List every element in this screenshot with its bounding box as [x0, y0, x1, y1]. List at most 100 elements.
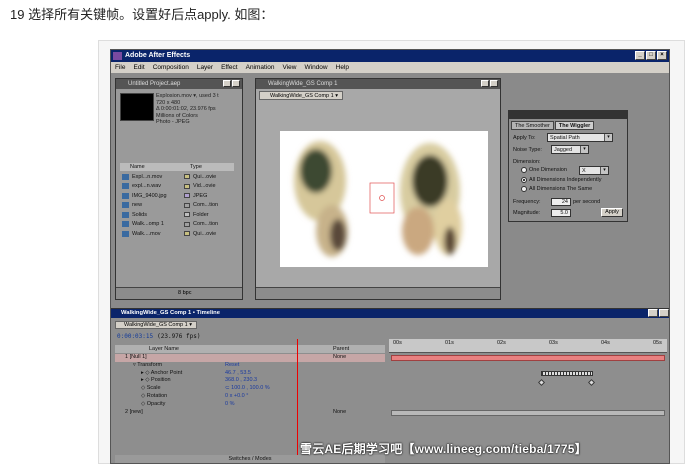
anchor-keyframes[interactable]	[541, 371, 593, 376]
label-color-swatch[interactable]	[184, 183, 190, 189]
property-name: ▸ ◇ Position	[141, 377, 171, 384]
timeline-row[interactable]: 2 [new] None	[115, 409, 385, 417]
project-item-type: Com...tion	[193, 221, 219, 228]
dimension-label: Dimension:	[513, 159, 541, 165]
property-value[interactable]: ⊂ 100.0 , 100.0 %	[225, 385, 270, 393]
ruler-tick-label: 04s	[601, 340, 610, 346]
maximize-button[interactable]: □	[646, 51, 656, 60]
tab-wiggler[interactable]: The Wiggler	[554, 121, 595, 130]
noise-type-label: Noise Type:	[513, 147, 542, 153]
project-item[interactable]: Walk....mov Qui...ovie	[120, 229, 234, 239]
layer-2-duration-bar[interactable]	[391, 410, 665, 416]
property-value[interactable]: Reset	[225, 362, 239, 370]
position-keyframe[interactable]	[537, 378, 546, 387]
timeline-row[interactable]: ▿ Transform Reset	[115, 362, 385, 370]
one-dimension-select[interactable]: X ▾	[579, 166, 609, 175]
label-color-swatch[interactable]	[184, 221, 190, 227]
menu-layer[interactable]: Layer	[197, 62, 213, 73]
project-item[interactable]: Walk...omp 1 Com...tion	[120, 220, 234, 230]
layer-column-header: Layer Name Parent	[115, 345, 385, 353]
footage-icon	[122, 183, 129, 190]
project-item[interactable]: Solids Folder	[120, 210, 234, 220]
property-name: ▿ Transform	[133, 361, 163, 368]
bpc-label[interactable]: 8 bpc	[178, 288, 191, 299]
project-min-button[interactable]	[223, 80, 231, 87]
name-column-header[interactable]: Name	[120, 163, 180, 171]
project-item-list: Expl...n.mov Qui...ovie expl...n.wav Vid...…	[120, 172, 234, 239]
project-close-button[interactable]	[232, 80, 240, 87]
close-button[interactable]: ×	[657, 51, 667, 60]
footage-icon	[122, 192, 129, 199]
type-column-header[interactable]: Type	[180, 163, 202, 171]
project-item[interactable]: Expl...n.mov Qui...ovie	[120, 172, 234, 182]
project-item-name: Walk...omp 1	[132, 221, 164, 228]
layer-1-duration-bar[interactable]	[391, 355, 665, 361]
timeline-tab[interactable]: WalkingWide_GS Comp 1 ▾	[115, 321, 197, 329]
label-color-swatch[interactable]	[184, 231, 190, 237]
menu-edit[interactable]: Edit	[133, 62, 144, 73]
noise-type-select[interactable]: Jagged ▾	[551, 145, 589, 154]
menu-help[interactable]: Help	[336, 62, 349, 73]
label-color-swatch[interactable]	[184, 202, 190, 208]
menu-file[interactable]: File	[115, 62, 125, 73]
property-value[interactable]: 0 %	[225, 401, 234, 409]
frequency-input[interactable]: 24	[551, 198, 571, 206]
timeline-row[interactable]: ◇ Rotation 0 x +0.0 °	[115, 393, 385, 401]
footage-icon	[122, 230, 129, 237]
position-keyframe[interactable]	[587, 378, 596, 387]
ruler-tick-label: 05s	[653, 340, 662, 346]
fps-label: (23.976 fps)	[157, 333, 201, 340]
layer-name-header[interactable]: Layer Name	[149, 345, 179, 353]
property-name: 2 [new]	[125, 408, 143, 415]
project-footer: 8 bpc	[116, 287, 242, 299]
radio-all-independently[interactable]	[521, 177, 527, 183]
apply-button[interactable]: Apply	[601, 208, 623, 217]
label-color-swatch[interactable]	[184, 212, 190, 218]
comp-min-button[interactable]	[481, 80, 489, 87]
parent-header[interactable]: Parent	[333, 345, 349, 353]
project-item-name: Walk....mov	[132, 230, 161, 237]
menu-window[interactable]: Window	[305, 62, 328, 73]
playhead[interactable]	[297, 339, 298, 463]
radio-all-same[interactable]	[521, 186, 527, 192]
apply-to-select[interactable]: Spatial Path ▾	[547, 133, 613, 142]
project-title-bar: Untitled Project.aep	[116, 79, 242, 89]
menu-animation[interactable]: Animation	[246, 62, 275, 73]
comp-canvas[interactable]	[280, 131, 488, 267]
footage-icon	[122, 173, 129, 180]
parent-select[interactable]: None	[333, 354, 346, 362]
menu-view[interactable]: View	[283, 62, 297, 73]
frequency-unit: per second	[573, 199, 601, 205]
ruler-tick-label: 01s	[445, 340, 454, 346]
timeline-row[interactable]: 1 [Null 1] None	[115, 354, 385, 362]
project-item-type: Vid...ovie	[193, 183, 216, 190]
project-item[interactable]: expl...n.wav Vid...ovie	[120, 182, 234, 192]
timeline-close-button[interactable]	[659, 309, 669, 317]
property-value[interactable]: 46.7 , 53.5	[225, 370, 251, 378]
property-value[interactable]: 368.0 , 230.3	[225, 377, 257, 385]
timeline-row[interactable]: ▸ ◇ Anchor Point 46.7 , 53.5	[115, 370, 385, 378]
time-ruler[interactable]: 00s 01s 02s 03s 04s 05s	[389, 339, 667, 353]
timeline-min-button[interactable]	[648, 309, 658, 317]
tab-smoother[interactable]: The Smoother	[511, 121, 554, 130]
menu-composition[interactable]: Composition	[153, 62, 189, 73]
label-color-swatch[interactable]	[184, 174, 190, 180]
comp-close-button[interactable]	[490, 80, 498, 87]
label-color-swatch[interactable]	[184, 193, 190, 199]
frequency-label: Frequency:	[513, 199, 541, 205]
timeline-row[interactable]: ▸ ◇ Position 368.0 , 230.3	[115, 377, 385, 385]
menu-effect[interactable]: Effect	[221, 62, 238, 73]
parent-select[interactable]: None	[333, 409, 346, 417]
property-value[interactable]: 0 x +0.0 °	[225, 393, 248, 401]
comp-tab[interactable]: WalkingWide_GS Comp 1 ▾	[259, 91, 343, 100]
ruler-tick-label: 03s	[549, 340, 558, 346]
timeline-row[interactable]: ◇ Scale ⊂ 100.0 , 100.0 %	[115, 385, 385, 393]
radio-one-dimension[interactable]	[521, 167, 527, 173]
walking-figures-image	[294, 141, 462, 257]
minimize-button[interactable]: _	[635, 51, 645, 60]
timeline-row[interactable]: ◇ Opacity 0 %	[115, 401, 385, 409]
magnitude-input[interactable]: 5.0	[551, 209, 571, 217]
project-item[interactable]: new Com...tion	[120, 201, 234, 211]
current-time-display[interactable]: 0:00:03:15 (23.976 fps)	[117, 333, 200, 340]
project-item[interactable]: IMG_9400.jpg JPEG	[120, 191, 234, 201]
